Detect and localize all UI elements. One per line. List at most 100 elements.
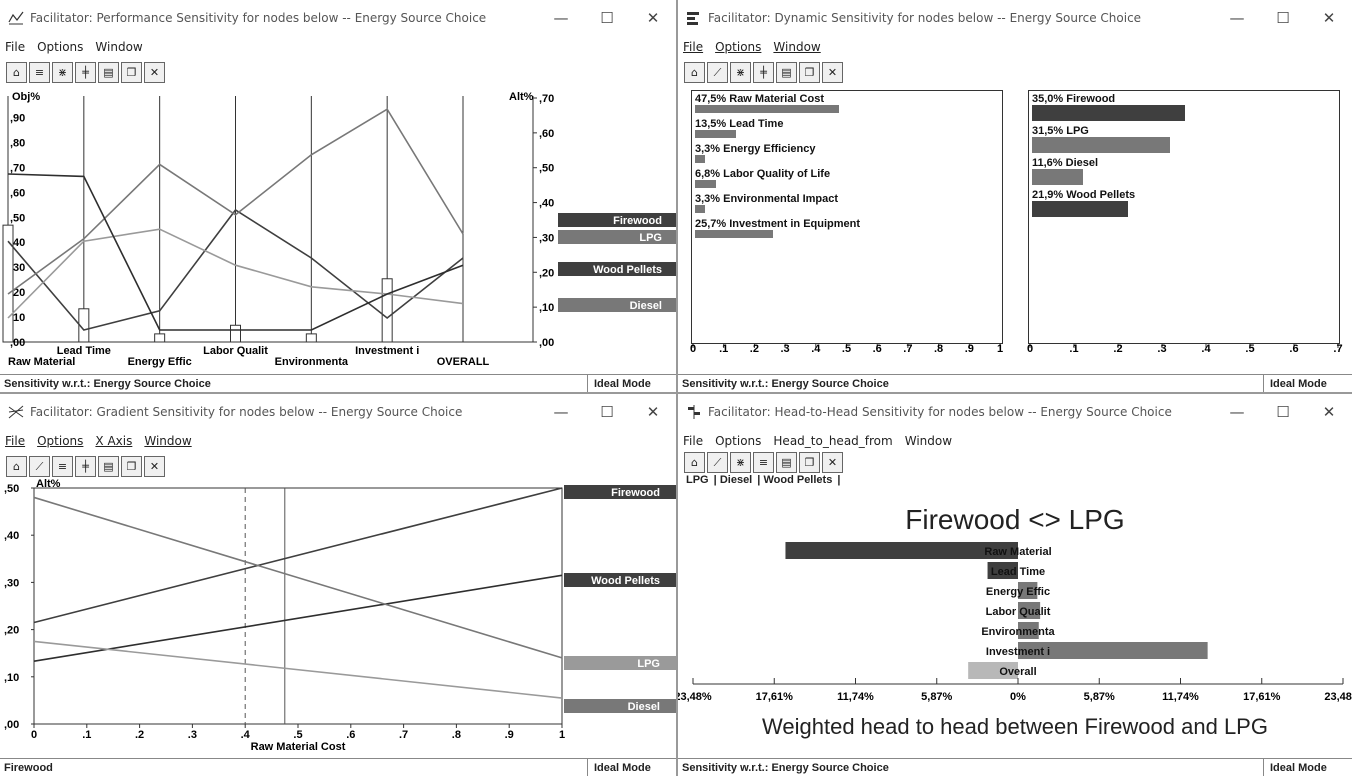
status-text: Sensitivity w.r.t.: Energy Source Choice [678,759,1264,776]
series-line-firewood [33,487,563,624]
tab-diesel[interactable]: Diesel [720,474,752,486]
h2h-axis-label: 0% [1010,691,1026,703]
tab-wood-pellets[interactable]: Wood Pellets [763,474,832,486]
maximize-icon[interactable]: ☐ [584,9,630,27]
x-category-label: Environmenta [275,356,349,368]
close-graph-icon[interactable]: ✕ [144,456,165,477]
menu-window[interactable]: Window [773,40,820,54]
close-icon[interactable]: ✕ [1306,9,1352,27]
close-graph-icon[interactable]: ✕ [144,62,165,83]
menu-head-to-head-from[interactable]: Head_to_head_from [773,434,892,448]
right-tick-label: ,10 [539,302,554,314]
criterion-bar[interactable] [695,180,716,188]
criterion-label: 3,3% Environmental Impact [695,193,839,205]
minimize-icon[interactable]: — [1214,9,1260,27]
performance-chart: Obj% Alt% ,90 ,80 ,70 ,60 ,50 ,40 ,30 ,20 ,10 ,00 ,7… [2,91,676,368]
menu-options[interactable]: Options [37,40,83,54]
minimize-icon[interactable]: — [1214,403,1260,421]
cascade-icon[interactable]: ❐ [799,452,820,473]
menu-options[interactable]: Options [715,434,761,448]
menu-options[interactable]: Options [37,434,83,448]
minimize-icon[interactable]: — [538,9,584,27]
criterion-row[interactable]: 25,7% Investment in Equipment [695,218,995,238]
menu-file[interactable]: File [5,434,25,448]
two-d-icon[interactable]: ▤ [98,62,119,83]
h2h-axis-label: 23,48% [1324,691,1352,703]
y-tick-label: ,40 [4,530,19,542]
window-controls: — ☐ ✕ [1214,394,1352,430]
series-line-diesel [33,640,563,699]
x-category-label: OVERALL [437,356,490,368]
criterion-row[interactable]: 3,3% Energy Efficiency [695,143,995,163]
criterion-row[interactable]: 13,5% Lead Time [695,118,995,138]
head-to-head-caption: Weighted head to head between Firewood a… [762,714,1268,739]
maximize-icon[interactable]: ☐ [1260,403,1306,421]
maximize-icon[interactable]: ☐ [584,403,630,421]
criterion-row[interactable]: 6,8% Labor Quality of Life [695,168,995,188]
menu-window[interactable]: Window [144,434,191,448]
maximize-icon[interactable]: ☐ [1260,9,1306,27]
menu-window[interactable]: Window [905,434,952,448]
status-text: Firewood [0,759,588,776]
criterion-row[interactable]: 3,3% Environmental Impact [695,193,995,213]
menu-x-axis[interactable]: X Axis [95,434,132,448]
criterion-bar[interactable] [695,155,705,163]
head-to-head-icon[interactable]: ╪ [753,62,774,83]
two-d-icon[interactable]: ▤ [776,452,797,473]
axis-tick-label: .3 [1157,343,1166,355]
menu-bar: File Options Head_to_head_from Window [678,430,1352,452]
cascade-icon[interactable]: ❐ [121,456,142,477]
dynamic-icon[interactable]: ≡ [753,452,774,473]
criterion-bar[interactable] [695,130,736,138]
close-graph-icon[interactable]: ✕ [822,62,843,83]
menu-options[interactable]: Options [715,40,761,54]
criterion-bar[interactable] [695,105,839,113]
alternative-row: 21,9% Wood Pellets [1032,189,1332,217]
head-to-head-icon[interactable]: ╪ [75,62,96,83]
axis-tick-label: 1 [997,343,1003,355]
close-icon[interactable]: ✕ [630,403,676,421]
two-d-icon[interactable]: ▤ [776,62,797,83]
gradient-icon[interactable]: ⋇ [52,62,73,83]
window-controls: — ☐ ✕ [538,0,676,36]
dynamic-icon[interactable]: ≡ [29,62,50,83]
menu-window[interactable]: Window [95,40,142,54]
gradient-icon[interactable]: ⋇ [730,62,751,83]
h2h-row-label: Labor Qualit [986,606,1051,618]
dynamic-axes: 0 .1 .2 .3 .4 .5 .6 .7 .8 .9 1 0 .1 .2 .3 .4 .5 .6 .7 [690,343,1343,355]
close-graph-icon[interactable]: ✕ [822,452,843,473]
cascade-icon[interactable]: ❐ [121,62,142,83]
criterion-bar[interactable] [695,230,773,238]
menu-file[interactable]: File [5,40,25,54]
window-title: Facilitator: Performance Sensitivity for… [30,11,487,25]
h2h-axis-label: 5,87% [1084,691,1115,703]
criterion-bar[interactable] [695,205,705,213]
dynamic-icon[interactable]: ≡ [52,456,73,477]
menu-file[interactable]: File [683,40,703,54]
head-to-head-icon[interactable]: ╪ [75,456,96,477]
minimize-icon[interactable]: — [538,403,584,421]
home-icon[interactable]: ⌂ [684,62,705,83]
home-icon[interactable]: ⌂ [6,456,27,477]
close-icon[interactable]: ✕ [630,9,676,27]
two-d-icon[interactable]: ▤ [98,456,119,477]
right-tick-label: ,70 [539,93,554,105]
tab-lpg[interactable]: LPG [686,474,709,486]
alternative-row: 31,5% LPG [1032,125,1332,153]
home-icon[interactable]: ⌂ [684,452,705,473]
criterion-row[interactable]: 47,5% Raw Material Cost [695,93,995,113]
right-tick-label: ,30 [539,232,554,244]
performance-icon[interactable]: ⟋ [707,62,728,83]
menu-file[interactable]: File [683,434,703,448]
axis-tick-label: 0 [1027,343,1033,355]
gradient-icon[interactable]: ⋇ [730,452,751,473]
home-icon[interactable]: ⌂ [6,62,27,83]
series-line-wood-pellets [33,574,563,663]
close-icon[interactable]: ✕ [1306,403,1352,421]
y-axis-label: Alt% [36,478,61,490]
cascade-icon[interactable]: ❐ [799,62,820,83]
performance-icon[interactable]: ⟋ [29,456,50,477]
gradient-app-icon [8,404,24,420]
performance-icon[interactable]: ⟋ [707,452,728,473]
x-category-label: Raw Material [8,356,75,368]
